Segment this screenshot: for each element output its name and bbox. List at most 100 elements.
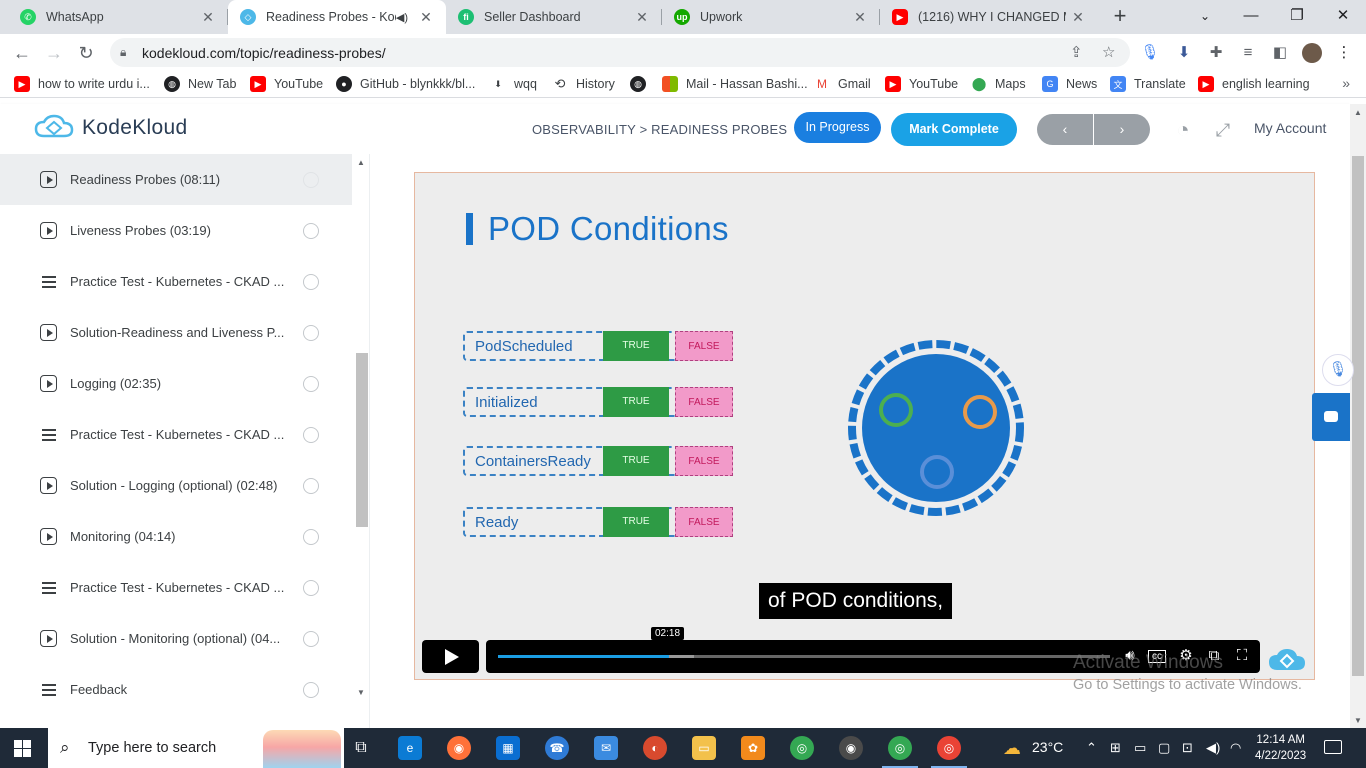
display-icon[interactable]: ▭ (1134, 740, 1146, 756)
in-progress-button[interactable]: In Progress (794, 112, 881, 143)
scroll-down-arrow-icon[interactable]: ▼ (1354, 716, 1362, 725)
completion-circle[interactable] (303, 681, 319, 698)
scroll-up-arrow-icon[interactable]: ▲ (1354, 108, 1362, 117)
completion-circle[interactable] (303, 273, 319, 290)
tab-search-icon[interactable]: ⌄ (1182, 0, 1228, 34)
close-icon[interactable]: ✕ (196, 9, 220, 26)
app-icon[interactable]: ◐ (643, 736, 667, 760)
address-bar[interactable]: 🔒︎ kodekloud.com/topic/readiness-probes/… (110, 38, 1130, 67)
bookmark-item[interactable]: 文 Translate (1110, 76, 1186, 92)
lesson-item[interactable]: Feedback (0, 664, 352, 715)
device-icon[interactable]: ▢ (1158, 740, 1170, 756)
close-window-button[interactable]: ✕ (1320, 0, 1366, 34)
profile-avatar[interactable] (1302, 43, 1322, 63)
chrome-profile-icon[interactable]: ◎ (882, 736, 918, 768)
settings-app-icon[interactable]: ✿ (741, 736, 765, 760)
bookmark-item[interactable]: Mail - Hassan Bashi... (662, 76, 808, 92)
lesson-item[interactable]: Solution - Monitoring (optional) (04... (0, 613, 352, 664)
my-account-link[interactable]: My Account (1254, 120, 1326, 136)
tab-whatsapp[interactable]: ✆ WhatsApp ✕ (0, 0, 228, 34)
bookmark-item[interactable]: ▶ YouTube (885, 76, 958, 92)
bookmark-item[interactable]: ◍ (630, 76, 654, 92)
bookmark-item[interactable]: M Gmail (814, 76, 871, 92)
forward-icon[interactable]: → (40, 39, 68, 67)
lesson-item[interactable]: Solution - Logging (optional) (02:48) (0, 460, 352, 511)
completion-circle[interactable] (303, 528, 319, 545)
screen-icon[interactable]: ⊡ (1182, 740, 1193, 756)
page-scrollbar[interactable]: ▲ ▼ (1350, 104, 1366, 728)
tab-readiness-probes[interactable]: ◇ Readiness Probes - Kode ◀) ✕ (228, 0, 446, 34)
side-panel-icon[interactable]: ◧ (1270, 43, 1290, 63)
tab-youtube[interactable]: ▶ (1216) WHY I CHANGED MY ✕ (880, 0, 1098, 34)
store-icon[interactable]: ▦ (496, 736, 520, 760)
tab-upwork[interactable]: up Upwork ✕ (662, 0, 880, 34)
file-explorer-icon[interactable]: ▭ (692, 736, 716, 760)
task-view-icon[interactable]: ⧉ (349, 736, 373, 760)
more-bookmarks-icon[interactable]: » (1342, 75, 1350, 91)
weather-icon[interactable]: ☁ (1000, 736, 1024, 760)
voice-input-icon[interactable]: 🎙︎ (1322, 354, 1354, 386)
bookmark-item[interactable]: ⬤ Maps (971, 76, 1026, 92)
network-icon[interactable]: ⊞ (1110, 740, 1121, 756)
breadcrumb[interactable]: OBSERVABILITY > READINESS PROBES (532, 122, 787, 137)
menu-icon[interactable]: ⋮ (1334, 43, 1354, 63)
lesson-item[interactable]: Practice Test - Kubernetes - CKAD ... (0, 256, 352, 307)
scrollbar-thumb[interactable] (356, 353, 368, 527)
share-icon[interactable]: ⇪ (1070, 43, 1083, 61)
chat-widget-button[interactable] (1312, 393, 1350, 441)
media-control-icon[interactable]: ≡ (1238, 43, 1258, 63)
scroll-up-arrow-icon[interactable]: ▲ (357, 158, 365, 167)
completion-circle[interactable] (303, 171, 319, 188)
url-text[interactable]: kodekloud.com/topic/readiness-probes/ (142, 45, 386, 61)
site-logo[interactable]: KodeKloud (34, 114, 187, 142)
close-icon[interactable]: ✕ (414, 9, 438, 26)
scroll-down-arrow-icon[interactable]: ▼ (357, 688, 365, 697)
windows-start-icon[interactable] (14, 740, 31, 757)
extensions-icon[interactable]: ✚ (1206, 43, 1226, 63)
completion-circle[interactable] (303, 324, 319, 341)
mail-icon[interactable]: ✉ (594, 736, 618, 760)
bookmark-item[interactable]: ◍ New Tab (164, 76, 236, 92)
audio-icon[interactable]: ◀) (396, 11, 408, 24)
fullscreen-icon[interactable]: ⛶ (1232, 646, 1252, 666)
taskbar-search[interactable]: ⌕ Type here to search (48, 728, 344, 768)
completion-circle[interactable] (303, 630, 319, 647)
chrome-profile-h-icon[interactable]: ◎ (931, 736, 967, 768)
lesson-item[interactable]: Liveness Probes (03:19) (0, 205, 352, 256)
phone-link-icon[interactable]: ☎ (545, 736, 569, 760)
restore-button[interactable]: ❐ (1274, 0, 1320, 34)
system-clock[interactable]: 12:14 AM 4/22/2023 (1255, 732, 1306, 764)
weather-temperature[interactable]: 23°C (1032, 739, 1063, 755)
video-player[interactable]: POD Conditions PodScheduled TRUE FALSE I… (414, 172, 1315, 680)
lesson-item[interactable]: Readiness Probes (08:11) (0, 154, 352, 205)
completion-circle[interactable] (303, 375, 319, 392)
dark-mode-toggle-icon[interactable]: ◔ (1170, 117, 1196, 143)
reload-icon[interactable]: ↻ (72, 39, 100, 67)
close-icon[interactable]: ✕ (1066, 9, 1090, 26)
lesson-item[interactable]: Monitoring (04:14) (0, 511, 352, 562)
close-icon[interactable]: ✕ (848, 9, 872, 26)
lesson-item[interactable]: Logging (02:35) (0, 358, 352, 409)
bookmark-item[interactable]: ▶ how to write urdu i... (14, 76, 150, 92)
chrome-icon[interactable]: ◎ (790, 736, 814, 760)
new-tab-button[interactable]: + (1108, 4, 1132, 28)
notification-icon[interactable] (1324, 740, 1342, 754)
mark-complete-button[interactable]: Mark Complete (891, 113, 1017, 146)
completion-circle[interactable] (303, 222, 319, 239)
bookmark-star-icon[interactable]: ☆ (1102, 43, 1115, 61)
lesson-item[interactable]: Solution-Readiness and Liveness P... (0, 307, 352, 358)
lesson-item[interactable]: Practice Test - Kubernetes - CKAD ... (0, 562, 352, 613)
bookmark-item[interactable]: G News (1042, 76, 1097, 92)
show-hidden-icons-icon[interactable]: ⌃ (1086, 740, 1097, 756)
completion-circle[interactable] (303, 426, 319, 443)
fullscreen-icon[interactable]: ⤢ (1210, 117, 1236, 143)
bookmark-item[interactable]: ● GitHub - blynkkk/bl... (336, 76, 475, 92)
back-icon[interactable]: ← (8, 39, 36, 67)
edge-icon[interactable]: e (398, 736, 422, 760)
minimize-button[interactable]: — (1228, 0, 1274, 34)
lesson-item[interactable]: Practice Test - Kubernetes - CKAD ... (0, 409, 352, 460)
camera-app-icon[interactable]: ◉ (839, 736, 863, 760)
download-extension-icon[interactable]: ⬇ (1174, 43, 1194, 63)
scrollbar-thumb[interactable] (1352, 156, 1364, 676)
completion-circle[interactable] (303, 477, 319, 494)
